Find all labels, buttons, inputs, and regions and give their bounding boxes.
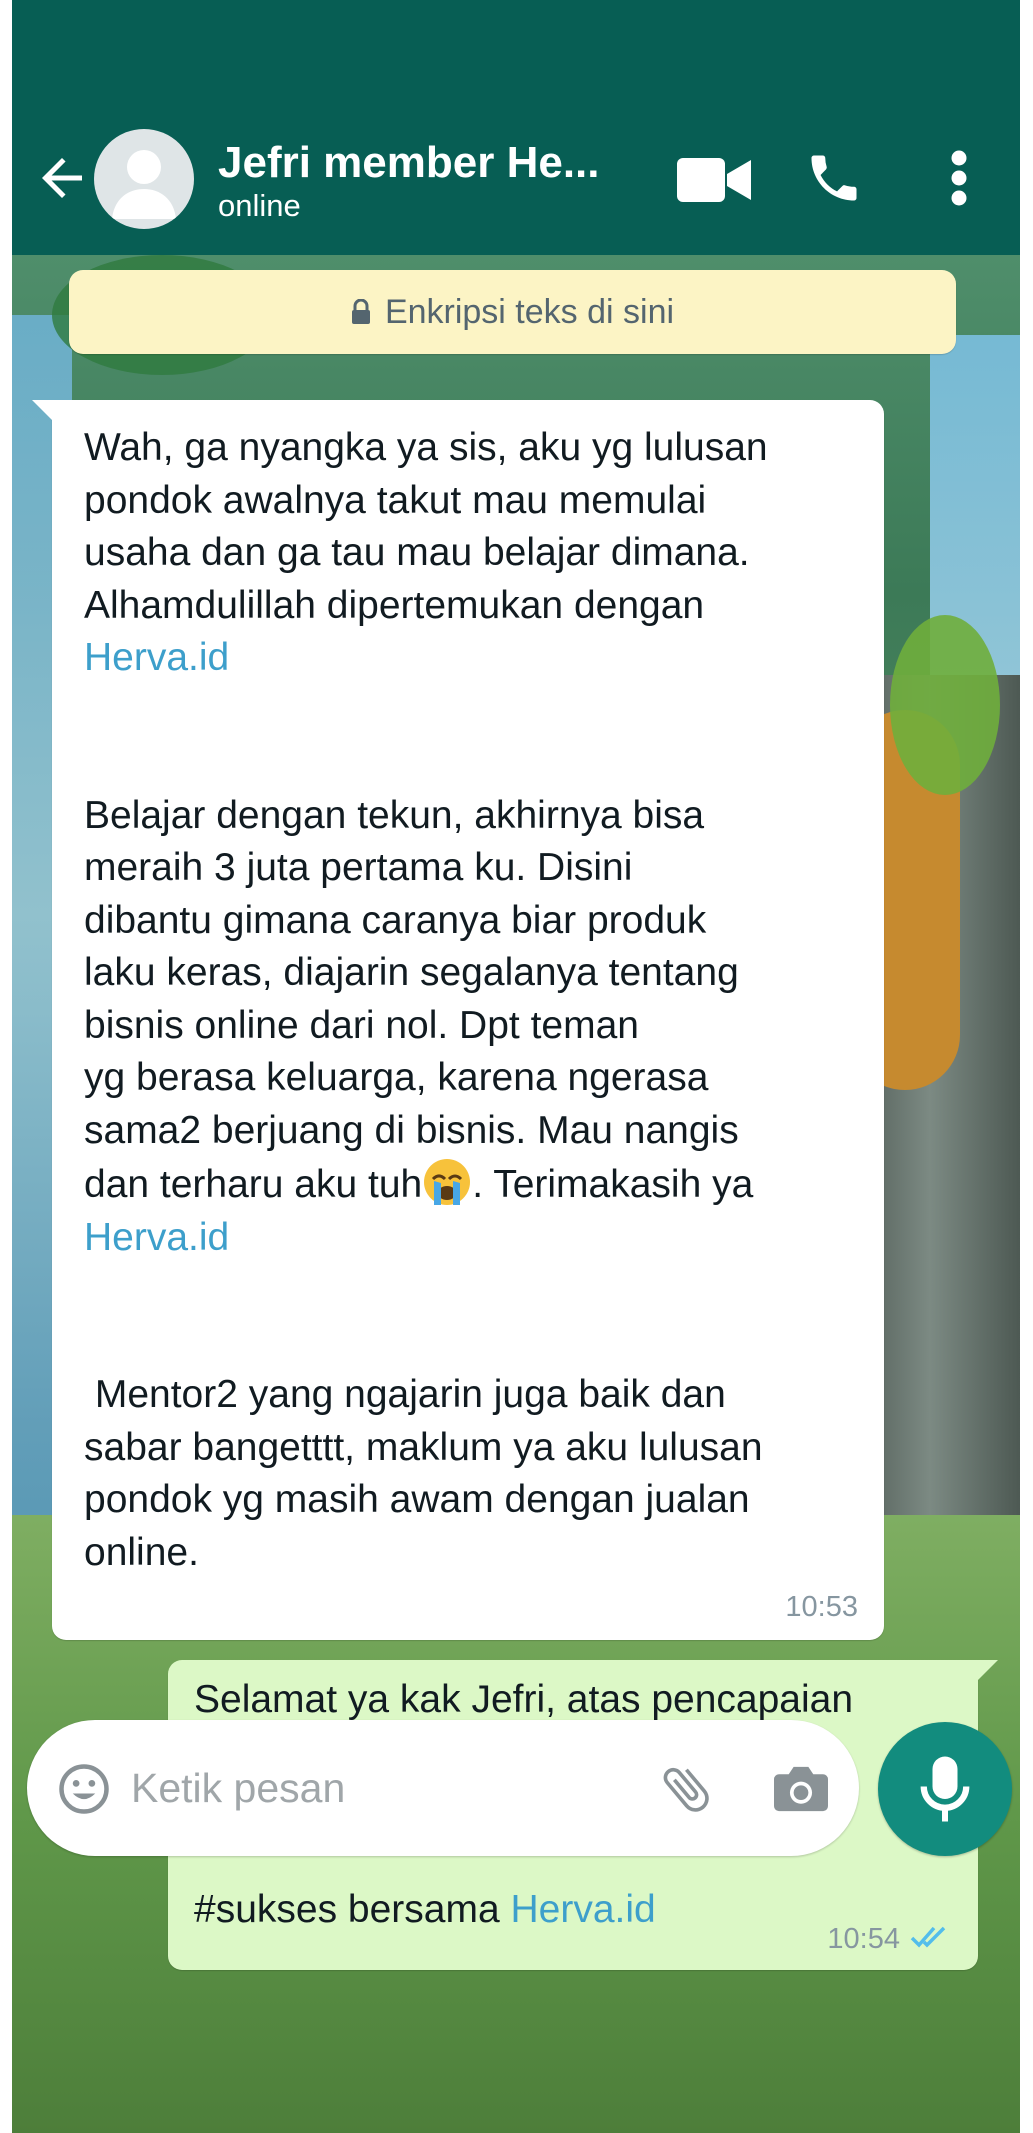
phone-call-icon[interactable]: [804, 148, 864, 208]
herva-link-1[interactable]: Herva.id: [84, 636, 229, 679]
attach-icon[interactable]: [657, 1760, 715, 1818]
default-person-icon: [112, 150, 176, 219]
loudly-crying-face-icon: [424, 1159, 471, 1205]
contact-name[interactable]: Jefri member He...: [218, 138, 600, 188]
incoming-message-time: 10:53: [785, 1591, 858, 1623]
lock-icon: [351, 299, 370, 324]
video-call-icon[interactable]: [677, 150, 753, 210]
back-arrow-icon[interactable]: [32, 148, 92, 208]
message-input[interactable]: [131, 1750, 611, 1826]
camera-icon[interactable]: [771, 1762, 831, 1816]
double-check-read-icon: [910, 1926, 946, 1948]
herva-link-2[interactable]: Herva.id: [84, 1216, 229, 1259]
phone-screen: Jefri member He... online Enkripsi teks …: [12, 0, 1020, 2133]
chat-header: Jefri member He... online: [12, 100, 1020, 255]
mic-icon: [920, 1756, 970, 1822]
emoji-icon[interactable]: [57, 1762, 111, 1816]
incoming-message-text: Wah, ga nyangka ya sis, aku yg lulusan p…: [84, 422, 864, 1579]
voice-record-button[interactable]: [878, 1722, 1012, 1856]
more-vert-icon[interactable]: [947, 148, 971, 208]
status-bar: [12, 0, 1020, 100]
wallpaper-leaves: [890, 615, 1000, 795]
message-paragraph-3: Mentor2 yang ngajarin juga baik dan saba…: [84, 1373, 763, 1574]
bubble-tail: [974, 1660, 998, 1684]
encryption-text: Enkripsi teks di sini: [384, 292, 675, 331]
message-paragraph-1: Wah, ga nyangka ya sis, aku yg lulusan p…: [84, 426, 768, 627]
message-paragraph-2-end: . Terimakasih ya: [472, 1163, 754, 1206]
bubble-tail: [32, 400, 56, 424]
message-input-bar: [27, 1720, 859, 1856]
message-paragraph-2: Belajar dengan tekun, akhirnya bisa mera…: [84, 793, 739, 1206]
outgoing-message-time: 10:54: [827, 1923, 900, 1955]
herva-link-3[interactable]: Herva.id: [510, 1888, 655, 1931]
encryption-banner[interactable]: Enkripsi teks di sini: [69, 270, 956, 354]
avatar[interactable]: [94, 129, 194, 229]
incoming-message-bubble[interactable]: Wah, ga nyangka ya sis, aku yg lulusan p…: [32, 400, 884, 1640]
contact-status: online: [218, 188, 301, 223]
